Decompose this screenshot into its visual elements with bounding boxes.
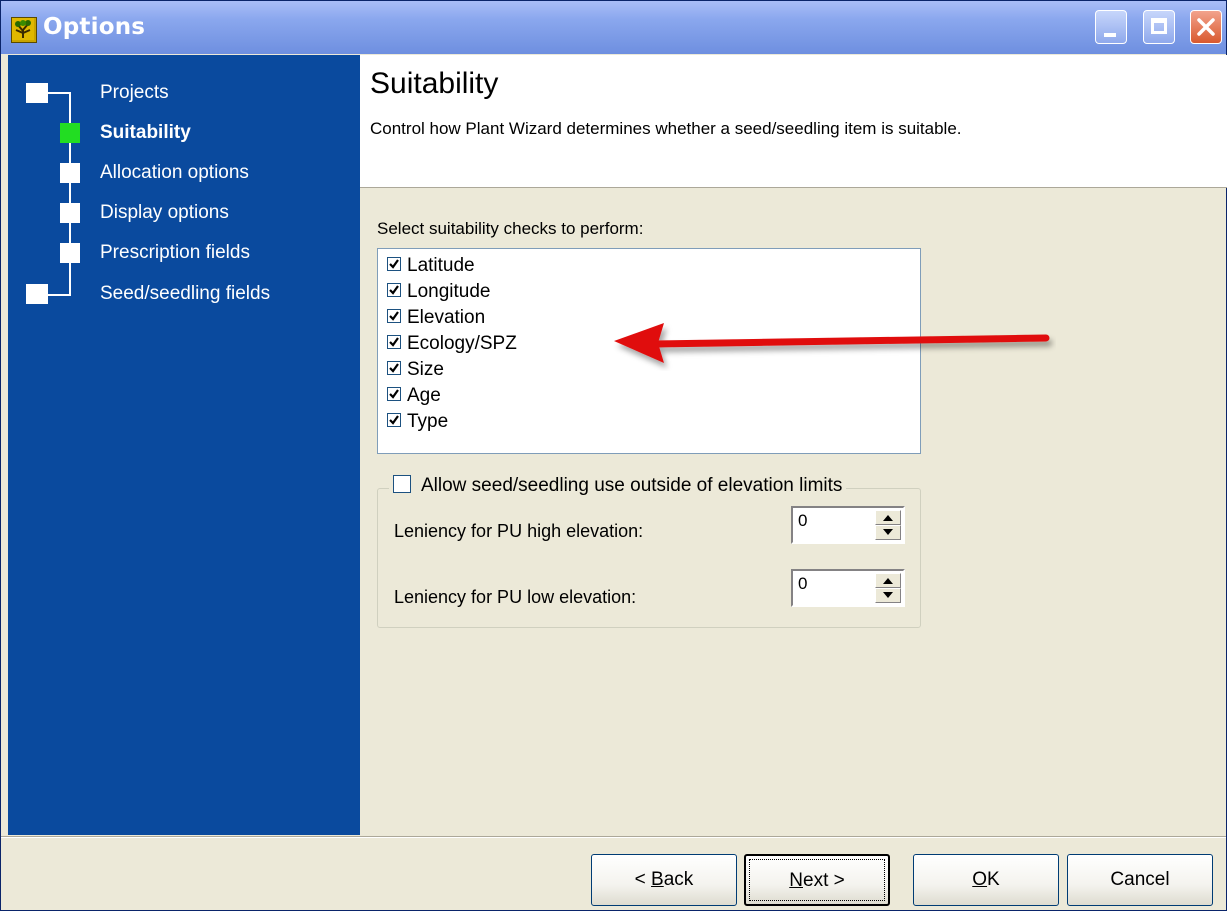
back-button[interactable]: < Back <box>591 854 737 906</box>
maximize-button[interactable] <box>1143 10 1175 44</box>
tree-node-suitability <box>60 123 80 143</box>
app-tree-icon <box>11 17 37 43</box>
check-label-type: Type <box>407 411 449 432</box>
check-label-elevation: Elevation <box>407 307 486 328</box>
allow-elevation-checkbox[interactable] <box>393 475 411 494</box>
low-elevation-value[interactable]: 0 <box>798 574 807 594</box>
checkmark-icon <box>389 415 399 426</box>
page-title: Suitability <box>370 67 499 100</box>
sidebar-item-allocation-options[interactable]: Allocation options <box>100 162 249 184</box>
low-elevation-up-button[interactable] <box>875 573 901 588</box>
ok-button-label: OK <box>972 869 1000 890</box>
high-elevation-up-button[interactable] <box>875 510 901 525</box>
low-elevation-label: Leniency for PU low elevation: <box>394 587 637 607</box>
checkbox-size[interactable] <box>387 361 401 376</box>
check-item-type[interactable]: Type <box>387 411 448 437</box>
allow-elevation-option[interactable]: Allow seed/seedling use outside of eleva… <box>389 475 847 501</box>
annotation-arrow-icon <box>614 323 1050 363</box>
checkmark-icon <box>389 285 399 296</box>
arrow-down-icon <box>883 529 893 535</box>
check-item-elevation[interactable]: Elevation <box>387 307 485 333</box>
low-elevation-spinner[interactable]: 0 <box>791 569 905 607</box>
check-label-age: Age <box>407 385 441 406</box>
check-label-size: Size <box>407 359 444 380</box>
check-item-ecology[interactable]: Ecology/SPZ <box>387 333 517 359</box>
checkmark-icon <box>389 363 399 374</box>
check-item-size[interactable]: Size <box>387 359 444 385</box>
checkbox-type[interactable] <box>387 413 401 428</box>
page-header: Suitability Control how Plant Wizard det… <box>360 55 1227 188</box>
tree-node-prescription <box>60 243 80 263</box>
allow-elevation-label: Allow seed/seedling use outside of eleva… <box>421 475 843 496</box>
high-elevation-label: Leniency for PU high elevation: <box>394 521 644 541</box>
cancel-button-label: Cancel <box>1110 869 1170 890</box>
page-description: Control how Plant Wizard determines whet… <box>370 119 962 138</box>
checkbox-latitude[interactable] <box>387 257 401 272</box>
sidebar-item-prescription-fields[interactable]: Prescription fields <box>100 242 250 264</box>
check-item-age[interactable]: Age <box>387 385 441 411</box>
options-window: Options Projects Suitability Allocation … <box>0 0 1227 911</box>
ok-button[interactable]: OK <box>913 854 1059 906</box>
next-button[interactable]: Next > <box>744 854 890 906</box>
checkmark-icon <box>389 311 399 322</box>
close-icon <box>1197 18 1215 36</box>
sidebar-item-suitability[interactable]: Suitability <box>100 122 191 144</box>
checkmark-icon <box>389 337 399 348</box>
arrow-up-icon <box>883 515 893 521</box>
arrow-down-icon <box>883 592 893 598</box>
back-button-label: Back <box>651 869 694 890</box>
high-elevation-value[interactable]: 0 <box>798 511 807 531</box>
low-elevation-down-button[interactable] <box>875 588 901 603</box>
options-navigation-tree: Projects Suitability Allocation options … <box>8 55 360 835</box>
check-item-longitude[interactable]: Longitude <box>387 281 490 307</box>
check-label-longitude: Longitude <box>407 281 491 302</box>
tree-connector-lines <box>26 83 80 304</box>
sidebar-item-seedling-fields[interactable]: Seed/seedling fields <box>100 283 270 305</box>
checks-label: Select suitability checks to perform: <box>377 219 644 238</box>
high-elevation-spin-buttons <box>875 510 901 540</box>
high-elevation-down-button[interactable] <box>875 525 901 540</box>
window-title: Options <box>43 14 146 40</box>
tree-node-display <box>60 203 80 223</box>
tree-node-projects <box>26 83 48 103</box>
checkmark-icon <box>389 389 399 400</box>
high-elevation-spinner[interactable]: 0 <box>791 506 905 544</box>
minimize-button[interactable] <box>1095 10 1127 44</box>
arrow-up-icon <box>883 578 893 584</box>
close-button[interactable] <box>1190 10 1222 44</box>
low-elevation-spin-buttons <box>875 573 901 603</box>
check-item-latitude[interactable]: Latitude <box>387 255 475 281</box>
maximize-icon <box>1151 18 1167 34</box>
checkbox-age[interactable] <box>387 387 401 402</box>
check-label-ecology: Ecology/SPZ <box>407 333 517 354</box>
sidebar-item-display-options[interactable]: Display options <box>100 202 229 224</box>
title-bar[interactable]: Options <box>1 1 1226 54</box>
checkmark-icon <box>389 259 399 270</box>
sidebar-item-projects[interactable]: Projects <box>100 82 169 104</box>
footer-divider <box>1 836 1226 838</box>
tree-node-allocation <box>60 163 80 183</box>
checkbox-ecology[interactable] <box>387 335 401 350</box>
tree-node-seedling <box>26 284 48 304</box>
minimize-icon <box>1104 33 1116 37</box>
cancel-button[interactable]: Cancel <box>1067 854 1213 906</box>
checkbox-longitude[interactable] <box>387 283 401 298</box>
focus-ring <box>749 859 885 901</box>
check-label-latitude: Latitude <box>407 255 475 276</box>
checkbox-elevation[interactable] <box>387 309 401 324</box>
